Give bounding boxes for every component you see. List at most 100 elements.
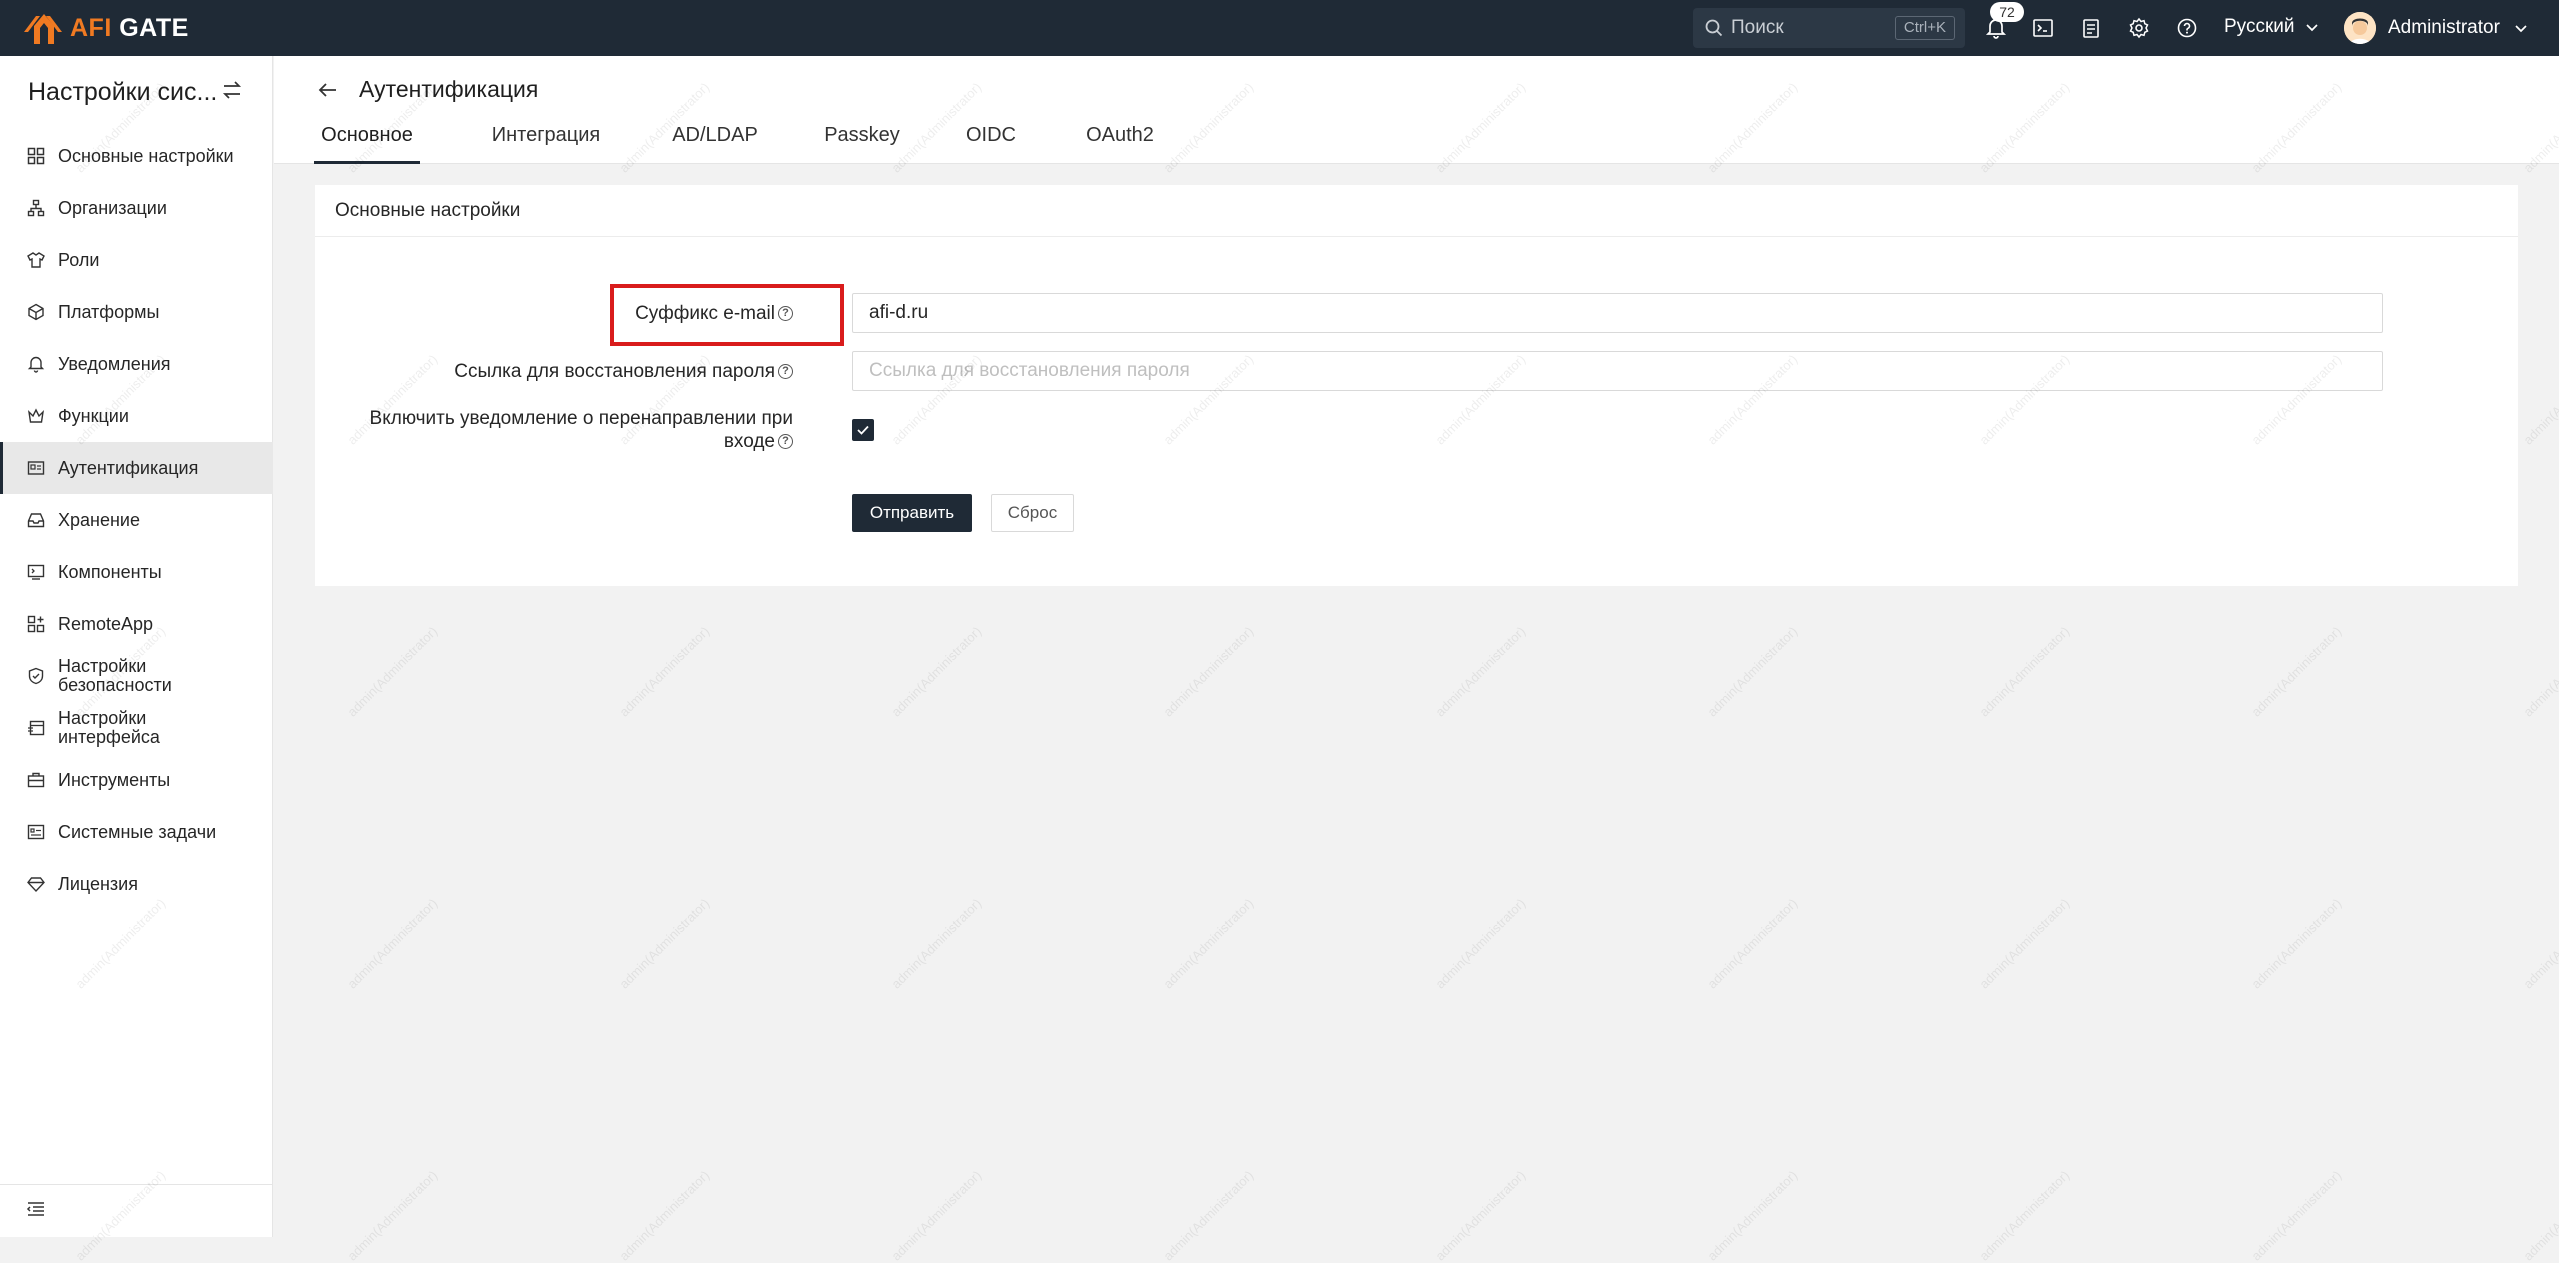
sidebar-item-security[interactable]: Настройки безопасности (0, 650, 273, 702)
tab-passkey[interactable]: Passkey (820, 120, 904, 164)
watermark-text: admin(Administrator) (888, 623, 985, 720)
collapse-menu-icon[interactable] (26, 1199, 46, 1224)
watermark-text: admin(Administrator) (2248, 1167, 2345, 1263)
crown-icon (26, 406, 46, 426)
sidebar: Настройки сис... Основные настройки Орга… (0, 56, 273, 1237)
brand-name: AFI GATE (70, 13, 189, 42)
watermark-text: admin(Administrator) (616, 895, 713, 992)
sidebar-item-label: Компоненты (58, 561, 162, 582)
cube-icon (26, 302, 46, 322)
page-header: Аутентификация Основное Интеграция AD/LD… (274, 56, 2559, 164)
help-icon[interactable]: ? (778, 434, 793, 450)
terminal-button[interactable] (2029, 14, 2057, 42)
sidebar-item-interface[interactable]: Настройки интерфейса (0, 702, 273, 754)
tab-integration[interactable]: Интеграция (487, 120, 605, 164)
sidebar-item-label: Лицензия (58, 873, 138, 894)
watermark-text: admin(Administrator) (2520, 895, 2559, 992)
highlight-box (610, 284, 844, 346)
redirect-notify-label: Включить уведомление о перенаправлении п… (369, 408, 793, 452)
org-icon (26, 198, 46, 218)
sidebar-item-notifications[interactable]: Уведомления (0, 338, 273, 390)
watermark-text: admin(Administrator) (888, 895, 985, 992)
sidebar-item-label: Уведомления (58, 353, 171, 374)
watermark-text: admin(Administrator) (1976, 1167, 2073, 1263)
sidebar-item-label: Настройки интерфейса (58, 708, 160, 747)
search-placeholder: Поиск (1731, 17, 1784, 38)
tickets-button[interactable] (2077, 14, 2105, 42)
language-label: Русский (2224, 16, 2295, 37)
tab-oauth2[interactable]: OAuth2 (1082, 120, 1158, 164)
help-icon (2177, 18, 2197, 38)
sidebar-item-features[interactable]: Функции (0, 390, 273, 442)
sidebar-item-system-tasks[interactable]: Системные задачи (0, 806, 273, 858)
watermark-text: admin(Administrator) (888, 1167, 985, 1263)
sidebar-item-remoteapp[interactable]: RemoteApp (0, 598, 273, 650)
settings-button[interactable] (2125, 14, 2153, 42)
tasks-icon (26, 822, 46, 842)
user-menu[interactable]: Administrator (2344, 12, 2530, 44)
tab-oidc[interactable]: OIDC (962, 120, 1020, 164)
watermark-text: admin(Administrator) (616, 1167, 713, 1263)
sidebar-item-label: Организации (58, 197, 167, 218)
search-box[interactable]: Поиск Ctrl+K (1693, 8, 1965, 48)
reset-button[interactable]: Сброс (991, 494, 1074, 532)
clipboard-icon (2083, 19, 2099, 38)
sidebar-item-storage[interactable]: Хранение (0, 494, 273, 546)
sidebar-item-roles[interactable]: Роли (0, 234, 273, 286)
card-title: Основные настройки (315, 185, 2518, 237)
user-name: Administrator (2388, 17, 2500, 38)
help-button[interactable] (2173, 14, 2201, 42)
sidebar-item-components[interactable]: Компоненты (0, 546, 273, 598)
watermark-text: admin(Administrator) (2248, 623, 2345, 720)
sidebar-item-organizations[interactable]: Организации (0, 182, 273, 234)
reset-link-label: Ссылка для восстановления пароля? (293, 361, 793, 383)
sidebar-title: Настройки сис... (28, 78, 218, 106)
sidebar-item-authentication[interactable]: Аутентификация (0, 442, 273, 494)
sidebar-item-label: Хранение (58, 509, 140, 530)
terminal-icon (2033, 19, 2053, 37)
watermark-text: admin(Administrator) (1976, 895, 2073, 992)
sidebar-item-label: Системные задачи (58, 821, 217, 842)
grid-icon (26, 146, 46, 166)
logo[interactable]: AFI GATE (20, 10, 189, 46)
help-icon[interactable]: ? (778, 364, 793, 380)
sidebar-item-label: Инструменты (58, 769, 171, 790)
switch-view-button[interactable] (220, 78, 244, 107)
check-icon (857, 425, 869, 435)
sidebar-item-license[interactable]: Лицензия (0, 858, 273, 910)
sidebar-item-label: Функции (58, 405, 129, 426)
watermark-text: admin(Administrator) (1432, 1167, 1529, 1263)
shirt-icon (26, 250, 46, 270)
back-button[interactable] (316, 78, 340, 107)
sidebar-item-basic[interactable]: Основные настройки (0, 130, 273, 182)
tab-ad-ldap[interactable]: AD/LDAP (670, 120, 760, 164)
search-shortcut: Ctrl+K (1894, 16, 1955, 40)
watermark-text: admin(Administrator) (1432, 623, 1529, 720)
language-selector[interactable]: Русский (2224, 16, 2321, 38)
console-icon (26, 562, 46, 582)
reset-link-input[interactable] (852, 351, 2383, 391)
sidebar-item-platforms[interactable]: Платформы (0, 286, 273, 338)
submit-button[interactable]: Отправить (852, 494, 972, 532)
apps-icon (26, 614, 46, 634)
watermark-text: admin(Administrator) (344, 623, 441, 720)
diamond-icon (26, 874, 46, 894)
chevron-down-icon (2305, 24, 2318, 32)
sidebar-item-label: RemoteApp (58, 613, 154, 634)
layout-icon (26, 718, 46, 738)
tab-basic[interactable]: Основное (314, 120, 420, 164)
logo-icon (24, 14, 62, 44)
watermark-text: admin(Administrator) (616, 623, 713, 720)
watermark-text: admin(Administrator) (2520, 623, 2559, 720)
redirect-notify-checkbox[interactable] (852, 419, 874, 441)
shield-icon (26, 666, 46, 686)
email-suffix-input[interactable] (852, 293, 2383, 333)
watermark-text: admin(Administrator) (1704, 1167, 1801, 1263)
bell-icon (26, 354, 46, 374)
sidebar-item-tools[interactable]: Инструменты (0, 754, 273, 806)
watermark-text: admin(Administrator) (1704, 895, 1801, 992)
watermark-text: admin(Administrator) (2520, 351, 2559, 448)
watermark-text: admin(Administrator) (344, 1167, 441, 1263)
toolbox-icon (26, 770, 46, 790)
settings-card: Основные настройки Суффикс e-mail? Ссылк… (315, 185, 2518, 586)
